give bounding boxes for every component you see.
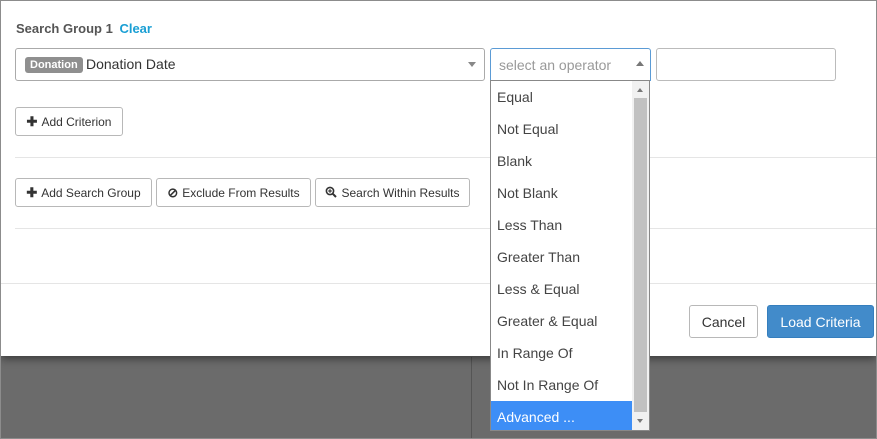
operator-option[interactable]: Not In Range Of (491, 369, 633, 401)
divider (15, 157, 876, 158)
cancel-button[interactable]: Cancel (689, 305, 758, 338)
field-select-value: Donation Date (86, 56, 176, 72)
operator-option[interactable]: Greater & Equal (491, 305, 633, 337)
field-select[interactable]: Donation Donation Date (15, 48, 485, 81)
operator-option[interactable]: Equal (491, 81, 633, 113)
load-criteria-button[interactable]: Load Criteria (767, 305, 874, 338)
ban-icon: ⊘ (167, 185, 179, 200)
exclude-from-results-label: Exclude From Results (182, 185, 300, 200)
operator-option[interactable]: Less & Equal (491, 273, 633, 305)
operator-option[interactable]: In Range Of (491, 337, 633, 369)
add-search-group-label: Add Search Group (41, 185, 141, 200)
scrollbar-thumb[interactable] (634, 98, 647, 412)
operator-option[interactable]: Not Blank (491, 177, 633, 209)
criterion-value-input[interactable] (656, 48, 836, 81)
operator-option[interactable]: Blank (491, 145, 633, 177)
scroll-down-arrow-icon[interactable] (632, 413, 649, 430)
divider (15, 228, 876, 229)
add-criterion-button[interactable]: ✚ Add Criterion (15, 107, 123, 136)
search-within-results-label: Search Within Results (341, 185, 460, 200)
chevron-up-icon (636, 61, 644, 66)
field-category-badge: Donation (25, 57, 83, 73)
operator-options-list: Equal Not Equal Blank Not Blank Less Tha… (491, 81, 633, 430)
operator-option[interactable]: Not Equal (491, 113, 633, 145)
chevron-down-icon (468, 62, 476, 67)
modal-footer-divider (1, 283, 876, 284)
exclude-from-results-button[interactable]: ⊘ Exclude From Results (156, 178, 311, 207)
add-search-group-button[interactable]: ✚ Add Search Group (15, 178, 152, 207)
operator-select[interactable]: select an operator (490, 48, 651, 81)
add-criterion-label: Add Criterion (41, 114, 112, 129)
search-group-heading: Search Group 1 Clear (16, 21, 152, 36)
search-criteria-modal: Search Group 1 Clear Donation Donation D… (1, 1, 876, 356)
operator-option-highlighted[interactable]: Advanced ... (491, 401, 633, 430)
operator-option[interactable]: Greater Than (491, 241, 633, 273)
operator-option[interactable]: Less Than (491, 209, 633, 241)
zoom-in-icon (325, 186, 338, 200)
plus-icon: ✚ (26, 114, 38, 129)
search-group-title: Search Group 1 (16, 21, 113, 36)
backdrop-divider (471, 357, 472, 439)
scroll-up-arrow-icon[interactable] (632, 81, 649, 98)
dropdown-scrollbar[interactable] (632, 81, 649, 430)
clear-link[interactable]: Clear (119, 21, 152, 36)
operator-dropdown: Equal Not Equal Blank Not Blank Less Tha… (490, 80, 650, 431)
search-within-results-button[interactable]: Search Within Results (315, 178, 470, 207)
plus-icon: ✚ (26, 185, 38, 200)
operator-placeholder: select an operator (499, 57, 612, 73)
